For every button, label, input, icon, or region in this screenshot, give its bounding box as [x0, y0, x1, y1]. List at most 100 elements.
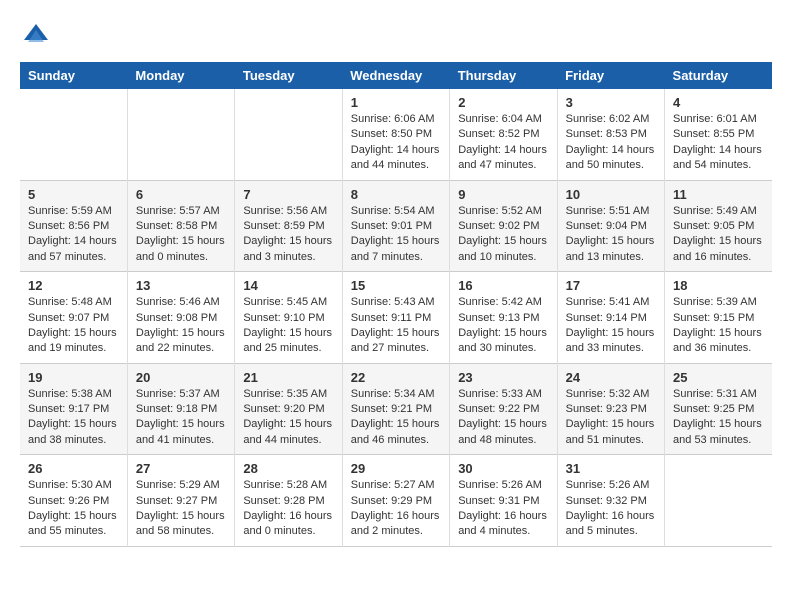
day-info: Sunrise: 5:43 AM Sunset: 9:11 PM Dayligh…	[351, 295, 441, 357]
day-info: Sunrise: 5:54 AM Sunset: 9:01 PM Dayligh…	[351, 204, 441, 266]
day-info: Sunrise: 5:26 AM Sunset: 9:31 PM Dayligh…	[458, 478, 548, 540]
day-number: 29	[351, 461, 441, 476]
weekday-header: Friday	[557, 62, 664, 89]
calendar-cell: 18 Sunrise: 5:39 AM Sunset: 9:15 PM Dayli…	[665, 272, 772, 364]
calendar-cell: 30 Sunrise: 5:26 AM Sunset: 9:31 PM Dayli…	[450, 455, 557, 547]
day-number: 22	[351, 370, 441, 385]
day-info: Sunrise: 5:49 AM Sunset: 9:05 PM Dayligh…	[673, 204, 764, 266]
weekday-header: Monday	[127, 62, 234, 89]
calendar-cell: 25Sunrise: 5:31 AM Sunset: 9:25 PM Dayli…	[665, 363, 772, 455]
calendar-cell: 2 Sunrise: 6:04 AM Sunset: 8:52 PM Daylig…	[450, 89, 557, 180]
day-number: 8	[351, 187, 441, 202]
day-number: 3	[566, 95, 656, 110]
day-info: Sunrise: 5:34 AM Sunset: 9:21 PM Dayligh…	[351, 387, 441, 449]
weekday-header: Tuesday	[235, 62, 342, 89]
calendar-cell: 21 Sunrise: 5:35 AM Sunset: 9:20 PM Dayli…	[235, 363, 342, 455]
logo-icon	[20, 20, 52, 52]
calendar-cell: 29Sunrise: 5:27 AM Sunset: 9:29 PM Dayli…	[342, 455, 449, 547]
calendar-cell: 7 Sunrise: 5:56 AM Sunset: 8:59 PM Daylig…	[235, 180, 342, 272]
calendar-cell: 10 Sunrise: 5:51 AM Sunset: 9:04 PM Dayli…	[557, 180, 664, 272]
calendar-cell: 1 Sunrise: 6:06 AM Sunset: 8:50 PM Daylig…	[342, 89, 449, 180]
day-number: 12	[28, 278, 119, 293]
day-info: Sunrise: 5:59 AM Sunset: 8:56 PM Dayligh…	[28, 204, 119, 266]
day-number: 28	[243, 461, 333, 476]
weekday-header: Saturday	[665, 62, 772, 89]
day-info: Sunrise: 5:30 AM Sunset: 9:26 PM Dayligh…	[28, 478, 119, 540]
day-number: 19	[28, 370, 119, 385]
logo	[20, 20, 56, 52]
day-info: Sunrise: 5:56 AM Sunset: 8:59 PM Dayligh…	[243, 204, 333, 266]
calendar-cell: 14 Sunrise: 5:45 AM Sunset: 9:10 PM Dayli…	[235, 272, 342, 364]
calendar-cell: 19 Sunrise: 5:38 AM Sunset: 9:17 PM Dayli…	[20, 363, 127, 455]
calendar-cell: 6 Sunrise: 5:57 AM Sunset: 8:58 PM Daylig…	[127, 180, 234, 272]
day-number: 14	[243, 278, 333, 293]
day-info: Sunrise: 5:38 AM Sunset: 9:17 PM Dayligh…	[28, 387, 119, 449]
calendar-cell: 4Sunrise: 6:01 AM Sunset: 8:55 PM Daylig…	[665, 89, 772, 180]
day-number: 7	[243, 187, 333, 202]
calendar-cell: 13 Sunrise: 5:46 AM Sunset: 9:08 PM Dayli…	[127, 272, 234, 364]
calendar-week-row: 19 Sunrise: 5:38 AM Sunset: 9:17 PM Dayli…	[20, 363, 772, 455]
calendar-cell: 28 Sunrise: 5:28 AM Sunset: 9:28 PM Dayli…	[235, 455, 342, 547]
calendar-cell: 11 Sunrise: 5:49 AM Sunset: 9:05 PM Dayli…	[665, 180, 772, 272]
calendar-cell	[127, 89, 234, 180]
day-number: 13	[136, 278, 226, 293]
calendar-cell: 3Sunrise: 6:02 AM Sunset: 8:53 PM Daylig…	[557, 89, 664, 180]
day-number: 1	[351, 95, 441, 110]
day-info: Sunrise: 5:57 AM Sunset: 8:58 PM Dayligh…	[136, 204, 226, 266]
day-info: Sunrise: 5:31 AM Sunset: 9:25 PM Dayligh…	[673, 387, 764, 449]
calendar-cell: 26Sunrise: 5:30 AM Sunset: 9:26 PM Dayli…	[20, 455, 127, 547]
day-info: Sunrise: 5:51 AM Sunset: 9:04 PM Dayligh…	[566, 204, 656, 266]
calendar-cell: 17 Sunrise: 5:41 AM Sunset: 9:14 PM Dayli…	[557, 272, 664, 364]
day-number: 30	[458, 461, 548, 476]
day-number: 2	[458, 95, 548, 110]
day-info: Sunrise: 5:39 AM Sunset: 9:15 PM Dayligh…	[673, 295, 764, 357]
day-number: 18	[673, 278, 764, 293]
calendar-cell: 27Sunrise: 5:29 AM Sunset: 9:27 PM Dayli…	[127, 455, 234, 547]
day-number: 15	[351, 278, 441, 293]
day-info: Sunrise: 5:46 AM Sunset: 9:08 PM Dayligh…	[136, 295, 226, 357]
day-number: 11	[673, 187, 764, 202]
day-info: Sunrise: 5:52 AM Sunset: 9:02 PM Dayligh…	[458, 204, 548, 266]
day-number: 6	[136, 187, 226, 202]
calendar-week-row: 5Sunrise: 5:59 AM Sunset: 8:56 PM Daylig…	[20, 180, 772, 272]
day-info: Sunrise: 5:35 AM Sunset: 9:20 PM Dayligh…	[243, 387, 333, 449]
day-number: 10	[566, 187, 656, 202]
day-info: Sunrise: 5:28 AM Sunset: 9:28 PM Dayligh…	[243, 478, 333, 540]
weekday-header: Sunday	[20, 62, 127, 89]
day-number: 31	[566, 461, 656, 476]
day-info: Sunrise: 5:41 AM Sunset: 9:14 PM Dayligh…	[566, 295, 656, 357]
day-number: 23	[458, 370, 548, 385]
calendar-cell: 31 Sunrise: 5:26 AM Sunset: 9:32 PM Dayli…	[557, 455, 664, 547]
day-info: Sunrise: 5:29 AM Sunset: 9:27 PM Dayligh…	[136, 478, 226, 540]
day-info: Sunrise: 6:06 AM Sunset: 8:50 PM Dayligh…	[351, 112, 441, 174]
calendar-week-row: 1 Sunrise: 6:06 AM Sunset: 8:50 PM Daylig…	[20, 89, 772, 180]
calendar-table: SundayMondayTuesdayWednesdayThursdayFrid…	[20, 62, 772, 547]
weekday-header: Thursday	[450, 62, 557, 89]
day-number: 24	[566, 370, 656, 385]
calendar-cell: 15 Sunrise: 5:43 AM Sunset: 9:11 PM Dayli…	[342, 272, 449, 364]
calendar-cell	[235, 89, 342, 180]
calendar-cell: 20 Sunrise: 5:37 AM Sunset: 9:18 PM Dayli…	[127, 363, 234, 455]
page-header	[20, 20, 772, 52]
day-info: Sunrise: 5:37 AM Sunset: 9:18 PM Dayligh…	[136, 387, 226, 449]
calendar-cell: 5Sunrise: 5:59 AM Sunset: 8:56 PM Daylig…	[20, 180, 127, 272]
calendar-cell: 23Sunrise: 5:33 AM Sunset: 9:22 PM Dayli…	[450, 363, 557, 455]
day-info: Sunrise: 5:32 AM Sunset: 9:23 PM Dayligh…	[566, 387, 656, 449]
day-number: 21	[243, 370, 333, 385]
calendar-cell: 8 Sunrise: 5:54 AM Sunset: 9:01 PM Daylig…	[342, 180, 449, 272]
calendar-cell: 12Sunrise: 5:48 AM Sunset: 9:07 PM Dayli…	[20, 272, 127, 364]
day-info: Sunrise: 5:45 AM Sunset: 9:10 PM Dayligh…	[243, 295, 333, 357]
day-info: Sunrise: 6:01 AM Sunset: 8:55 PM Dayligh…	[673, 112, 764, 174]
day-info: Sunrise: 6:04 AM Sunset: 8:52 PM Dayligh…	[458, 112, 548, 174]
calendar-week-row: 12Sunrise: 5:48 AM Sunset: 9:07 PM Dayli…	[20, 272, 772, 364]
calendar-cell: 9Sunrise: 5:52 AM Sunset: 9:02 PM Daylig…	[450, 180, 557, 272]
calendar-cell	[665, 455, 772, 547]
calendar-body: 1 Sunrise: 6:06 AM Sunset: 8:50 PM Daylig…	[20, 89, 772, 546]
weekday-header: Wednesday	[342, 62, 449, 89]
day-number: 16	[458, 278, 548, 293]
calendar-cell	[20, 89, 127, 180]
weekday-row: SundayMondayTuesdayWednesdayThursdayFrid…	[20, 62, 772, 89]
day-number: 17	[566, 278, 656, 293]
day-info: Sunrise: 5:26 AM Sunset: 9:32 PM Dayligh…	[566, 478, 656, 540]
day-number: 20	[136, 370, 226, 385]
